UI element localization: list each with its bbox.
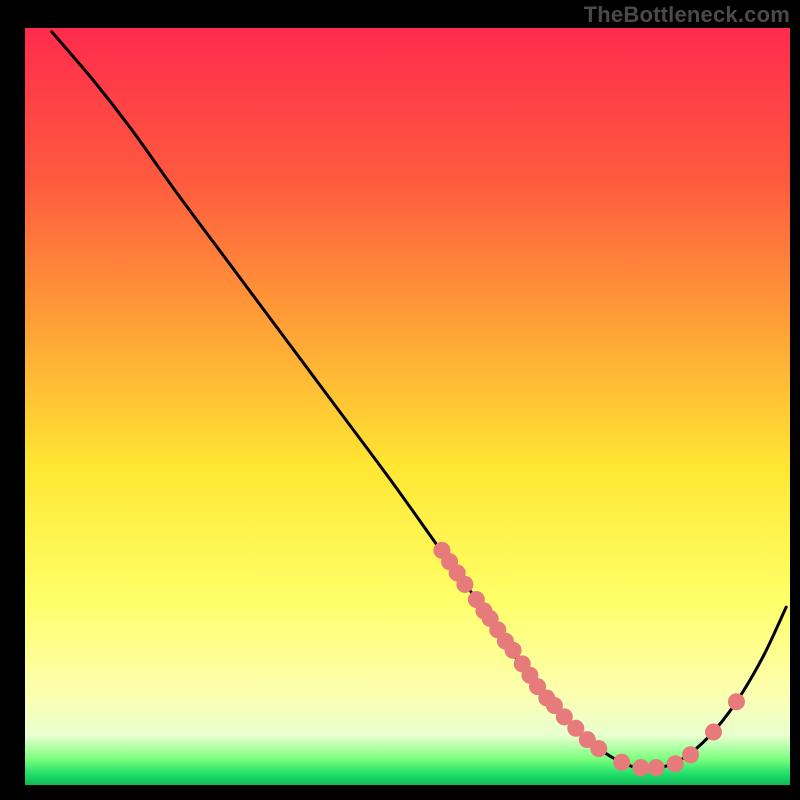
highlight-dot [632, 759, 649, 776]
highlight-dot [590, 740, 607, 757]
highlight-dot [456, 576, 473, 593]
chart-stage: TheBottleneck.com [0, 0, 800, 800]
highlight-dot [682, 746, 699, 763]
highlight-dot [667, 755, 684, 772]
highlight-dot [648, 759, 665, 776]
highlight-dot [705, 724, 722, 741]
highlight-dot [728, 693, 745, 710]
highlight-dot [613, 754, 630, 771]
bottleneck-chart [0, 0, 800, 800]
watermark-label: TheBottleneck.com [584, 2, 790, 28]
